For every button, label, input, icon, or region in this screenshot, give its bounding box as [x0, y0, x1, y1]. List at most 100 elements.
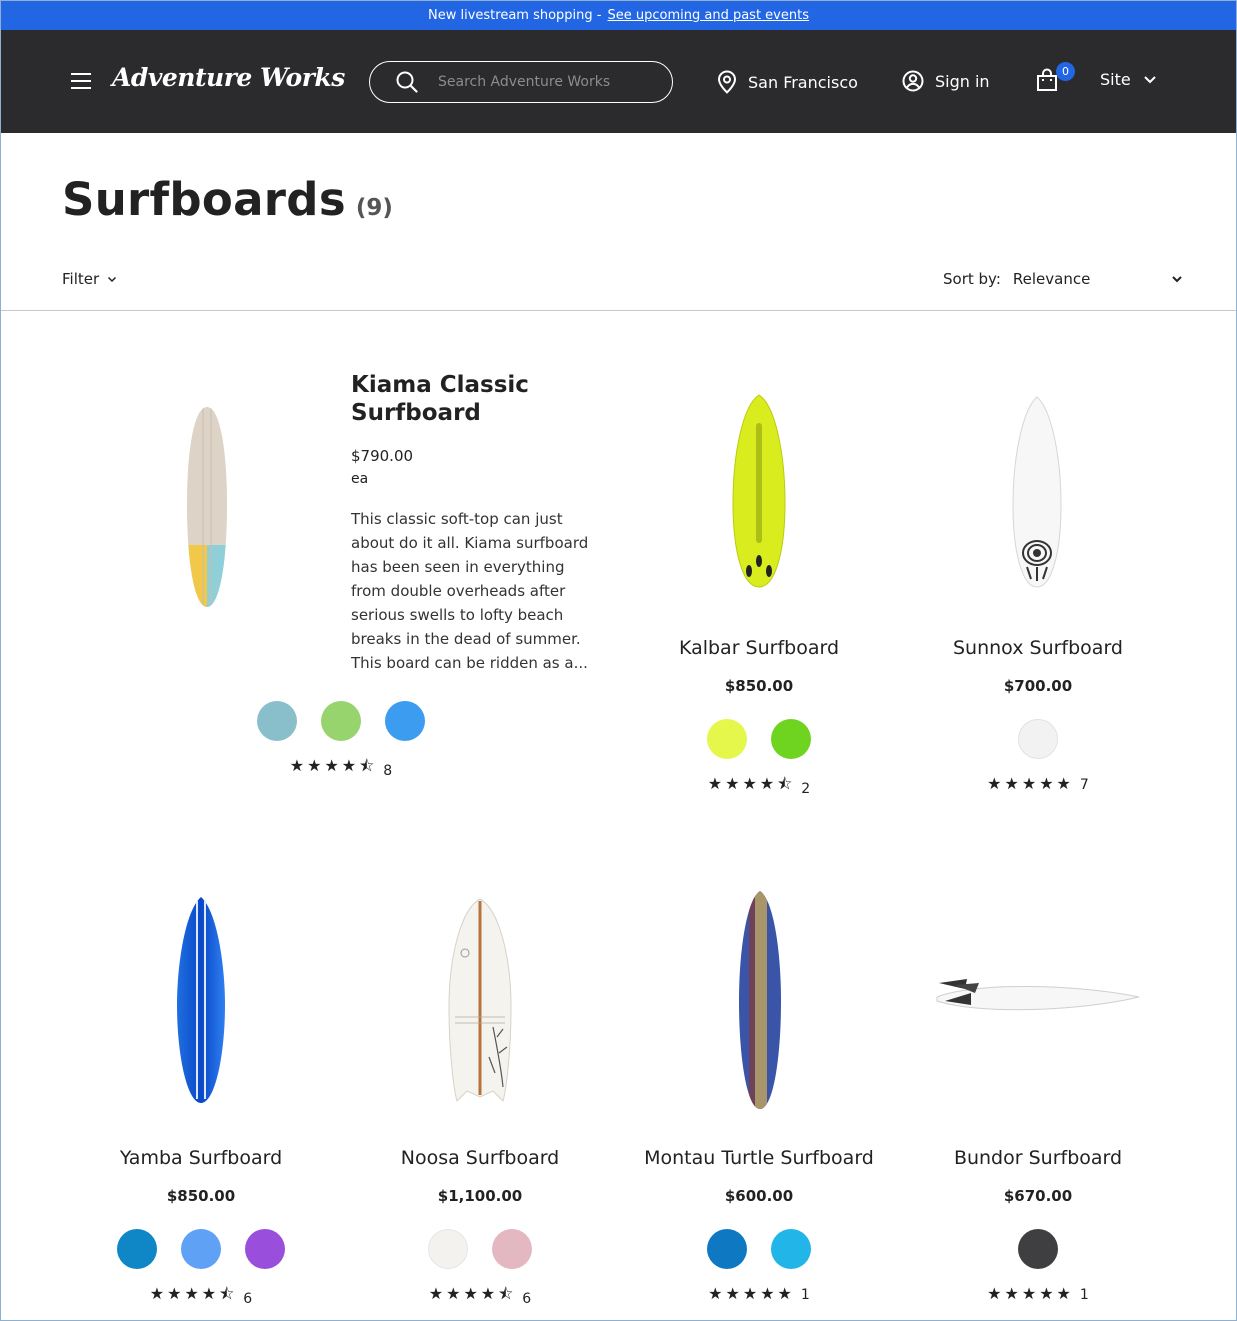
sign-in-link[interactable]: Sign in [902, 70, 990, 92]
price-unit: ea [351, 471, 369, 487]
rating-count: 1 [1079, 1287, 1089, 1303]
rating-count: 1 [800, 1287, 810, 1303]
product-rating: ★★★★★ 1 [913, 1283, 1163, 1304]
divider [1, 310, 1236, 311]
location-selector[interactable]: San Francisco [717, 70, 858, 94]
color-swatch[interactable] [385, 701, 425, 741]
chevron-down-icon [1144, 75, 1156, 83]
product-card: Sunnox Surfboard $700.00 ★★★★★ 7 [913, 637, 1163, 793]
sort-select[interactable]: Relevance [1013, 270, 1183, 288]
featured-product-info: Kiama Classic Surfboard $790.00 ea This … [351, 371, 591, 675]
product-name[interactable]: Bundor Surfboard [913, 1147, 1163, 1169]
star-rating: ★★★★⯪ [149, 1284, 238, 1303]
product-card: Bundor Surfboard $670.00 ★★★★★ 1 [913, 1147, 1163, 1303]
color-swatch[interactable] [707, 719, 747, 759]
shopping-bag-icon [1037, 68, 1057, 91]
star-rating: ★★★★⯪ [289, 756, 378, 775]
rating-count: 6 [522, 1290, 532, 1307]
color-swatch[interactable] [428, 1229, 468, 1269]
user-icon [902, 70, 924, 92]
star-rating: ★★★★⯪ [707, 774, 796, 793]
product-name[interactable]: Noosa Surfboard [355, 1147, 605, 1169]
color-swatches [216, 701, 466, 741]
product-name[interactable]: Yamba Surfboard [76, 1147, 326, 1169]
product-rating: ★★★★⯪ 8 [216, 755, 466, 782]
rating-count: 2 [801, 780, 811, 797]
color-swatches [634, 719, 884, 759]
sign-in-label: Sign in [935, 71, 990, 91]
product-description: This classic soft-top can just about do … [351, 510, 589, 672]
search-box[interactable] [369, 61, 673, 103]
color-swatch[interactable] [1018, 1229, 1058, 1269]
color-swatch[interactable] [771, 719, 811, 759]
product-card: Yamba Surfboard $850.00 ★★★★⯪ 6 [76, 1147, 326, 1310]
page-title: Surfboards [62, 173, 346, 226]
chevron-down-icon [1172, 276, 1182, 283]
search-input[interactable] [436, 73, 656, 91]
color-swatch[interactable] [321, 701, 361, 741]
product-rating: ★★★★⯪ 2 [634, 773, 884, 800]
cart-button[interactable]: 0 [1036, 62, 1075, 96]
star-rating: ★★★★⯪ [428, 1284, 517, 1303]
product-name[interactable]: Sunnox Surfboard [913, 637, 1163, 659]
product-card: Montau Turtle Surfboard $600.00 ★★★★★ 1 [634, 1147, 884, 1303]
product-price: $1,100.00 [437, 1187, 523, 1205]
menu-icon[interactable] [71, 73, 91, 89]
rating-count: 8 [383, 762, 393, 779]
product-price: $850.00 [724, 677, 794, 695]
rating-count: 6 [243, 1290, 253, 1307]
star-rating: ★★★★★ [987, 1283, 1074, 1303]
bundor-surfboard-image[interactable] [931, 975, 1143, 1017]
sort-control: Sort by: Relevance [943, 270, 1183, 288]
chevron-down-icon [108, 276, 117, 282]
promo-banner: New livestream shopping - See upcoming a… [1, 1, 1236, 30]
color-swatches [634, 1229, 884, 1269]
color-swatch[interactable] [707, 1229, 747, 1269]
product-price: $790.00 [351, 447, 414, 465]
color-swatch[interactable] [181, 1229, 221, 1269]
cart-count-badge: 0 [1056, 62, 1075, 81]
color-swatches [76, 1229, 326, 1269]
color-swatch[interactable] [1018, 719, 1058, 759]
product-price: $700.00 [1003, 677, 1073, 695]
promo-link[interactable]: See upcoming and past events [608, 8, 809, 23]
product-rating: ★★★★★ 1 [634, 1283, 884, 1304]
color-swatch[interactable] [771, 1229, 811, 1269]
product-price: $600.00 [724, 1187, 794, 1205]
product-name[interactable]: Kalbar Surfboard [634, 637, 884, 659]
site-label: Site [1100, 70, 1131, 89]
product-rating: ★★★★★ 7 [913, 773, 1163, 794]
star-rating: ★★★★★ [987, 773, 1074, 793]
product-name[interactable]: Kiama Classic Surfboard [351, 371, 591, 427]
location-pin-icon [717, 70, 737, 94]
kiama-surfboard-image[interactable] [183, 405, 231, 609]
page-heading: Surfboards (9) [62, 173, 393, 226]
color-swatch[interactable] [257, 701, 297, 741]
yamba-surfboard-image[interactable] [175, 895, 227, 1105]
location-label: San Francisco [748, 72, 858, 92]
star-rating: ★★★★★ [708, 1283, 795, 1303]
sort-label: Sort by: [943, 270, 1001, 288]
product-rating: ★★★★⯪ 6 [76, 1283, 326, 1310]
noosa-surfboard-image[interactable] [445, 897, 515, 1103]
product-card: Noosa Surfboard $1,100.00 ★★★★⯪ 6 [355, 1147, 605, 1310]
site-header: Adventure Works San Francisco Sign in 0 [1, 30, 1236, 133]
product-name[interactable]: Montau Turtle Surfboard [634, 1147, 884, 1169]
color-swatches [913, 1229, 1163, 1269]
color-swatch[interactable] [245, 1229, 285, 1269]
filter-label: Filter [62, 270, 100, 288]
filter-button[interactable]: Filter [62, 270, 117, 288]
search-icon [396, 71, 418, 93]
site-menu[interactable]: Site [1100, 70, 1168, 89]
sort-value: Relevance [1012, 270, 1091, 288]
montau-surfboard-image[interactable] [737, 889, 783, 1111]
color-swatch[interactable] [117, 1229, 157, 1269]
color-swatch[interactable] [492, 1229, 532, 1269]
promo-text: New livestream shopping - [428, 8, 602, 23]
kalbar-surfboard-image[interactable] [731, 393, 787, 589]
sunnox-surfboard-image[interactable] [1011, 395, 1063, 589]
site-logo[interactable]: Adventure Works [112, 63, 345, 92]
rating-count: 7 [1079, 777, 1089, 793]
product-price: $850.00 [166, 1187, 236, 1205]
featured-product-options: ★★★★⯪ 8 [216, 701, 466, 782]
